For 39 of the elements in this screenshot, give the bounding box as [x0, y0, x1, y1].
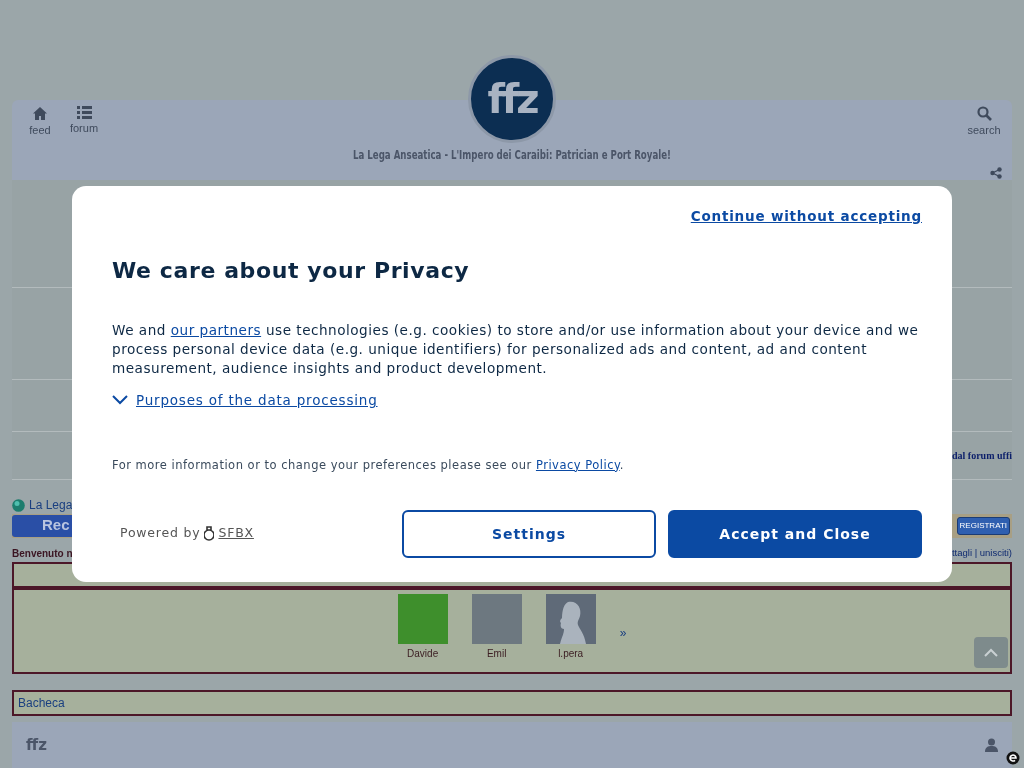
- announcement-text: dal forum uffi: [952, 450, 1012, 461]
- avatar-image: [397, 594, 448, 644]
- e-icon[interactable]: [1006, 751, 1020, 765]
- user-name[interactable]: Emil: [486, 646, 507, 661]
- globe-icon: [12, 498, 25, 512]
- forum-title: La Lega Anseatica - L'Impero dei Caraibi: Patrician e Port Royale!: [353, 148, 671, 162]
- sfbx-logo-icon: [204, 526, 215, 542]
- user-icon[interactable]: [985, 738, 998, 752]
- board-link[interactable]: Bacheca: [18, 696, 65, 710]
- accept-button[interactable]: Accept and Close: [668, 509, 922, 558]
- preferences-info-text: For more information or to change your preferences please see our Privacy Policy.: [112, 456, 625, 474]
- powered-by-text: Powered by: [120, 524, 201, 543]
- avatar-silhouette: [545, 594, 596, 644]
- register-button[interactable]: REGISTRATI: [956, 517, 1010, 535]
- purposes-toggle[interactable]: Purposes of the data processing: [112, 390, 412, 411]
- more-link[interactable]: »: [619, 624, 627, 642]
- privacy-title: We care about your Privacy: [112, 257, 471, 286]
- consent-description: We and our partners use technologies (e.g. cookies) to store and/or use information about your device and we process personal device data (e.g. unique identifiers) for personalized ads and content, ad and content measurement, audience insights and product development.: [112, 321, 920, 379]
- user-name[interactable]: l.pera: [558, 646, 584, 661]
- home-icon: [32, 106, 48, 121]
- welcome-text: Benvenuto n: [12, 547, 73, 558]
- photo-placeholder: [471, 594, 522, 644]
- partners-link[interactable]: our partners: [170, 322, 262, 339]
- user-name[interactable]: Davide: [407, 646, 439, 661]
- login-links[interactable]: ttagli | unisciti): [952, 546, 1012, 558]
- continue-without-accepting-link[interactable]: Continue without accepting: [690, 206, 922, 227]
- sfbx-link[interactable]: SFBX: [218, 524, 254, 544]
- search-button[interactable]: search: [964, 100, 1004, 140]
- share-icon[interactable]: [990, 166, 1002, 179]
- nav-link[interactable]: feed: [20, 100, 60, 140]
- settings-button[interactable]: Settings: [402, 509, 656, 558]
- search-icon: [976, 106, 992, 121]
- site-logo[interactable]: ffz: [468, 55, 556, 143]
- privacy-policy-link[interactable]: Privacy Policy: [535, 457, 620, 472]
- breadcrumb-link[interactable]: La Lega: [29, 496, 73, 514]
- chevron-icon: [112, 395, 128, 406]
- nav-link[interactable]: forum: [64, 100, 104, 140]
- list-icon: [76, 106, 92, 119]
- scroll-top-button[interactable]: [974, 637, 1008, 668]
